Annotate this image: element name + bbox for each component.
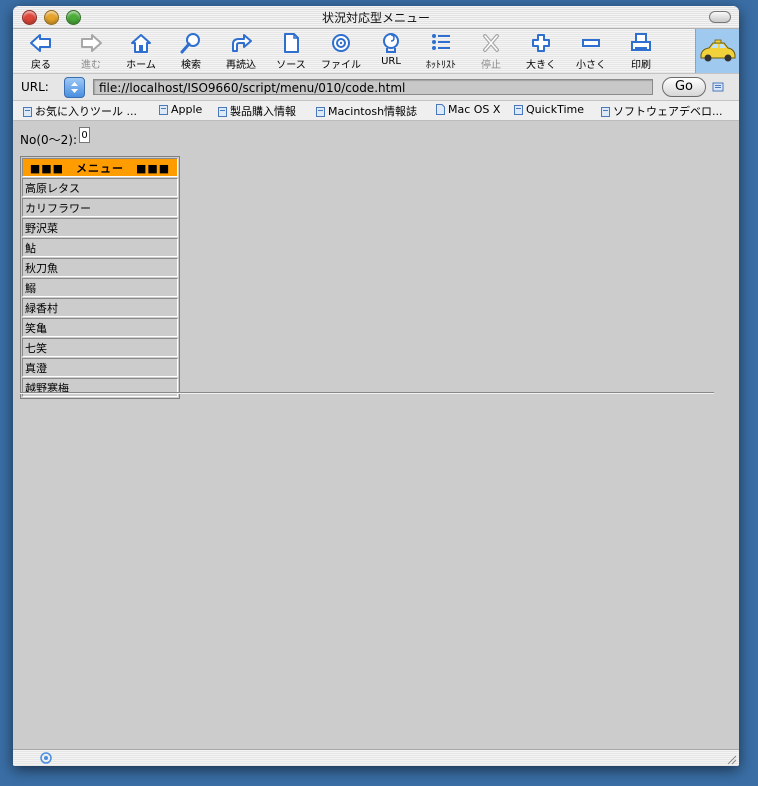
- browser-window: 状況対応型メニュー 戻る 進む ホーム 検索 再読込 ソース ファイル URL …: [13, 6, 739, 766]
- favorite-item[interactable]: ソフトウェアデベロ...: [601, 103, 723, 119]
- reload-icon: [232, 34, 252, 52]
- toolbar-source-button[interactable]: ソース: [266, 31, 316, 71]
- taxi-car-icon: [700, 39, 736, 62]
- toolbar-search-button[interactable]: 検索: [166, 31, 216, 71]
- favorite-label: QuickTime: [526, 103, 585, 116]
- menu-header: ■■■ メニュー ■■■: [22, 158, 178, 177]
- toolbar-forward-label: 進む: [81, 60, 101, 71]
- menu-item[interactable]: 笑亀: [22, 318, 178, 337]
- toolbar-hotlist-label: ﾎｯﾄﾘｽﾄ: [426, 60, 456, 71]
- toolbar-forward-button[interactable]: 進む: [66, 31, 116, 71]
- toolbar-file-label: ファイル: [321, 60, 361, 71]
- url-icon: [383, 33, 399, 53]
- favorite-label: 製品購入情報: [230, 105, 296, 118]
- favorite-label: Apple: [171, 103, 203, 116]
- favorite-label: Macintosh情報誌: [328, 105, 418, 118]
- toolbar-smaller-label: 小さく: [576, 60, 606, 71]
- horizontal-rule: [20, 392, 714, 394]
- folder-icon: [218, 107, 227, 117]
- toolbar-back-label: 戻る: [31, 60, 51, 71]
- source-document-icon: [284, 33, 299, 53]
- url-input[interactable]: file://localhost/ISO9660/script/menu/010…: [93, 79, 653, 95]
- toolbar-stop-button[interactable]: 停止: [466, 31, 516, 71]
- folder-icon: [316, 107, 325, 117]
- up-down-arrows-icon: [71, 82, 78, 93]
- menu-item[interactable]: 鮎: [22, 238, 178, 257]
- toolbar-back-button[interactable]: 戻る: [16, 31, 66, 71]
- stop-icon: [483, 34, 499, 52]
- folder-icon: [159, 105, 168, 115]
- back-arrow-icon: [30, 34, 51, 52]
- toolbar-home-label: ホーム: [126, 60, 156, 71]
- toolbar-hotlist-button[interactable]: ﾎｯﾄﾘｽﾄ: [416, 31, 466, 71]
- folder-icon: [514, 105, 523, 115]
- menu-table: ■■■ メニュー ■■■ 高原レタス カリフラワー 野沢菜 鮎 秋刀魚 鰯 緑香…: [20, 156, 180, 399]
- menu-item[interactable]: 高原レタス: [22, 178, 178, 197]
- toolbar-larger-label: 大きく: [526, 60, 556, 71]
- menu-header-row: ■■■ メニュー ■■■: [22, 158, 178, 177]
- url-label: URL:: [21, 80, 49, 94]
- document-icon: [436, 104, 445, 115]
- connection-status-icon: [40, 752, 52, 764]
- minus-icon: [582, 39, 600, 47]
- toolbar-stop-label: 停止: [481, 60, 501, 71]
- forward-arrow-icon: [81, 34, 102, 52]
- browser-logo: [695, 29, 739, 73]
- no-label: No(0〜2):: [20, 133, 77, 147]
- toolbar-smaller-button[interactable]: 小さく: [566, 31, 616, 71]
- address-bar: URL: file://localhost/ISO9660/script/men…: [13, 74, 739, 101]
- toolbar-home-button[interactable]: ホーム: [116, 31, 166, 71]
- favorite-item[interactable]: 製品購入情報: [218, 103, 296, 119]
- menu-item[interactable]: 秋刀魚: [22, 258, 178, 277]
- favorite-item[interactable]: Mac OS X: [436, 103, 500, 116]
- favorite-label: ソフトウェアデベロ...: [613, 105, 723, 118]
- toolbar-source-label: ソース: [276, 60, 306, 71]
- toolbar-file-button[interactable]: ファイル: [316, 31, 366, 71]
- toolbar-larger-button[interactable]: 大きく: [516, 31, 566, 71]
- toolbar-reload-label: 再読込: [226, 60, 256, 71]
- favorite-item[interactable]: お気に入りツール ...: [23, 103, 137, 119]
- search-icon: [180, 33, 200, 54]
- toolbar-url-button[interactable]: URL: [366, 31, 416, 71]
- menu-item[interactable]: 緑香村: [22, 298, 178, 317]
- toolbar-print-label: 印刷: [631, 60, 651, 71]
- toolbar: 戻る 進む ホーム 検索 再読込 ソース ファイル URL ﾎｯﾄﾘｽﾄ 停止 …: [13, 29, 739, 74]
- hotlist-icon: [432, 34, 450, 50]
- favorite-item[interactable]: Apple: [159, 103, 202, 116]
- menu-item[interactable]: カリフラワー: [22, 198, 178, 217]
- file-target-icon: [332, 34, 350, 52]
- favorite-label: お気に入りツール ...: [35, 105, 137, 118]
- status-bar: [13, 749, 739, 766]
- folder-icon: [601, 107, 610, 117]
- resize-grip-icon[interactable]: [725, 753, 737, 765]
- menu-item[interactable]: 真澄: [22, 358, 178, 377]
- url-history-dropdown[interactable]: [64, 77, 85, 98]
- print-icon: [631, 33, 651, 51]
- home-icon: [131, 34, 151, 53]
- folder-icon: [23, 107, 32, 117]
- menu-item[interactable]: 野沢菜: [22, 218, 178, 237]
- favorite-label: Mac OS X: [448, 103, 501, 116]
- menu-item[interactable]: 七笑: [22, 338, 178, 357]
- menu-item[interactable]: 鰯: [22, 278, 178, 297]
- plus-icon: [532, 34, 550, 52]
- favorites-bar: お気に入りツール ... Apple 製品購入情報 Macintosh情報誌 M…: [13, 101, 739, 121]
- menu-item[interactable]: 越野寒梅: [22, 378, 178, 397]
- toolbar-reload-button[interactable]: 再読込: [216, 31, 266, 71]
- toolbar-print-button[interactable]: 印刷: [616, 31, 666, 71]
- favorite-item[interactable]: Macintosh情報誌: [316, 103, 417, 119]
- no-input[interactable]: 0: [79, 127, 90, 143]
- toolbar-search-label: 検索: [181, 60, 201, 71]
- window-title: 状況対応型メニュー: [321, 11, 430, 25]
- favorite-item[interactable]: QuickTime: [514, 103, 584, 116]
- page-content: No(0〜2): 0 ■■■ メニュー ■■■ 高原レタス カリフラワー 野沢菜…: [13, 121, 739, 749]
- go-button[interactable]: Go: [662, 77, 706, 97]
- toolbar-url-label: URL: [381, 56, 401, 67]
- title-bar[interactable]: 状況対応型メニュー: [13, 6, 739, 29]
- page-holder-icon[interactable]: [712, 82, 724, 92]
- toolbar-toggle-button[interactable]: [709, 11, 731, 23]
